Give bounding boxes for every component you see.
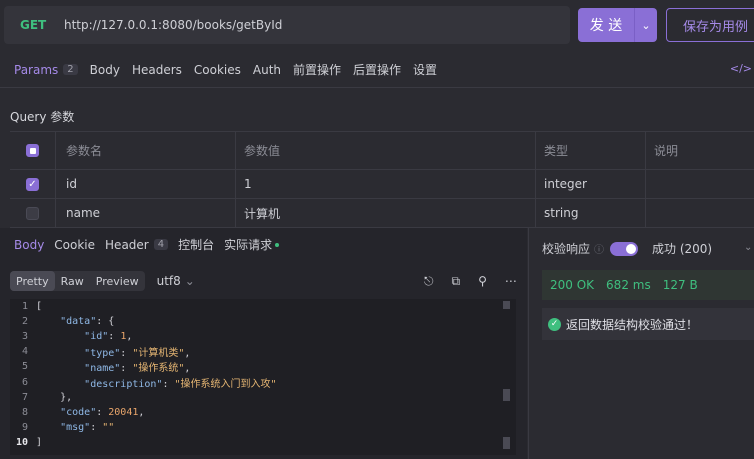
code-line: 10]: [10, 435, 516, 450]
url-input[interactable]: http://127.0.0.1:8080/books/getById: [64, 18, 282, 32]
tab-auth[interactable]: Auth: [253, 63, 281, 77]
param-name-cell[interactable]: name: [56, 199, 236, 227]
more-icon[interactable]: ⋯: [505, 274, 517, 289]
check-circle-icon: ✓: [548, 317, 561, 331]
tab-actual-request[interactable]: 实际请求: [224, 236, 280, 253]
params-count-badge: 2: [63, 64, 78, 75]
query-params-table: 参数名 参数值 类型 说明 ✓ id 1 integer name 计算机 st…: [10, 131, 754, 228]
code-line: 6 "description": "操作系统入门到入攻": [10, 374, 516, 390]
row-checkbox[interactable]: [26, 206, 39, 220]
response-toolbar: ⎋ ⧉ ⚲ ⋯: [424, 274, 517, 289]
code-icon[interactable]: </>: [730, 62, 752, 75]
view-preview-button[interactable]: Preview: [90, 271, 145, 291]
save-as-case-button[interactable]: 保存为用例: [666, 8, 754, 42]
view-pretty-button[interactable]: Pretty: [10, 271, 55, 291]
code-line: 8 "code": 20041,: [10, 405, 516, 420]
column-header-type: 类型: [536, 132, 646, 169]
select-all-checkbox[interactable]: [26, 144, 39, 157]
line-number: 1: [21, 301, 28, 313]
line-number: 3: [21, 331, 28, 343]
column-header-desc: 说明: [654, 144, 679, 158]
status-code: 200 OK: [550, 278, 595, 292]
header-count-badge: 4: [153, 239, 169, 250]
verify-status-select[interactable]: 成功 (200): [652, 240, 712, 257]
method-select[interactable]: GET: [20, 18, 64, 32]
info-icon[interactable]: ⓘ: [594, 241, 604, 256]
tab-cookies[interactable]: Cookies: [194, 63, 241, 77]
validation-message-text: 返回数据结构校验通过！: [566, 317, 699, 332]
line-number: 7: [21, 391, 28, 403]
line-number: 8: [21, 406, 28, 418]
tab-pre-operations[interactable]: 前置操作: [293, 61, 341, 78]
param-value-cell[interactable]: 计算机: [236, 199, 536, 227]
param-type-cell[interactable]: string: [536, 199, 646, 227]
code-line: 4 "type": "计算机类",: [10, 344, 516, 359]
response-time: 682 ms: [606, 278, 651, 292]
tab-post-operations[interactable]: 后置操作: [353, 61, 401, 78]
response-validation-panel: [528, 228, 754, 459]
tab-response-header[interactable]: Header 4: [105, 237, 169, 252]
line-number: 10: [15, 436, 28, 448]
chevron-down-icon: ⌄: [184, 274, 195, 288]
column-header-name: 参数名: [56, 132, 236, 169]
tab-actual-request-label: 实际请求: [224, 238, 273, 252]
response-tabs: Body Cookie Header 4 控制台 实际请求: [14, 236, 289, 253]
param-type-cell[interactable]: integer: [536, 170, 646, 198]
line-number: 9: [21, 421, 28, 433]
copy-icon[interactable]: ⧉: [452, 274, 461, 289]
table-header-row: 参数名 参数值 类型 说明: [10, 132, 754, 170]
param-name-cell[interactable]: id: [56, 170, 236, 198]
encoding-select[interactable]: utf8 ⌄: [157, 274, 195, 288]
response-status-bar: 200 OK 682 ms 127 B: [542, 270, 754, 300]
chevron-down-icon[interactable]: ⌄: [635, 19, 657, 32]
response-code-editor[interactable]: 1[ 2 "data": { 3 "id": 1, 4 "type": "计算机…: [10, 299, 516, 455]
status-dot-icon: [275, 242, 280, 247]
request-tabs: Params 2 Body Headers Cookies Auth 前置操作 后…: [0, 52, 754, 88]
tab-response-cookie[interactable]: Cookie: [54, 238, 95, 252]
param-desc-cell[interactable]: [646, 170, 754, 198]
download-icon[interactable]: ⎋: [424, 274, 434, 289]
tab-headers[interactable]: Headers: [132, 63, 182, 77]
verify-response-control: 校验响应 ⓘ 成功 (200): [542, 240, 712, 257]
view-mode-bar: Pretty Raw Preview utf8 ⌄: [10, 271, 195, 291]
editor-scrollbar[interactable]: [503, 301, 510, 451]
url-bar[interactable]: GET http://127.0.0.1:8080/books/getById: [4, 6, 570, 44]
code-line: 1[: [10, 299, 516, 314]
line-number: 5: [21, 361, 28, 373]
code-line: 7 },: [10, 390, 516, 405]
table-row: ✓ id 1 integer: [10, 170, 754, 199]
search-icon[interactable]: ⚲: [478, 274, 487, 289]
validation-message: ✓ 返回数据结构校验通过！: [542, 308, 754, 340]
tab-params-label: Params: [14, 62, 59, 77]
row-checkbox[interactable]: ✓: [26, 177, 39, 191]
code-line: 5 "name": "操作系统",: [10, 359, 516, 374]
code-line: 3 "id": 1,: [10, 329, 516, 344]
query-params-title: Query 参数: [10, 110, 75, 124]
chevron-down-icon[interactable]: ⌄: [744, 242, 752, 253]
code-line: 2 "data": {: [10, 314, 516, 329]
param-desc-cell[interactable]: [646, 199, 754, 227]
encoding-label: utf8: [156, 274, 181, 288]
send-button[interactable]: 发 送 ⌄: [578, 8, 657, 42]
tab-params[interactable]: Params 2: [14, 63, 78, 77]
column-header-value: 参数值: [236, 132, 536, 169]
response-size: 127 B: [662, 278, 698, 292]
table-row: name 计算机 string: [10, 199, 754, 228]
code-line: 9 "msg": "": [10, 420, 516, 435]
verify-response-label: 校验响应: [542, 242, 591, 256]
verify-toggle[interactable]: [610, 241, 639, 256]
tab-response-body[interactable]: Body: [14, 238, 44, 252]
line-number: 4: [21, 346, 28, 358]
tab-settings[interactable]: 设置: [413, 61, 437, 78]
tab-console[interactable]: 控制台: [178, 236, 214, 253]
view-raw-button[interactable]: Raw: [55, 271, 90, 291]
line-number: 6: [21, 376, 28, 388]
param-value-cell[interactable]: 1: [236, 170, 536, 198]
send-button-label: 发 送: [589, 18, 623, 34]
tab-body[interactable]: Body: [90, 63, 120, 77]
line-number: 2: [21, 316, 28, 328]
tab-response-header-label: Header: [105, 237, 149, 252]
